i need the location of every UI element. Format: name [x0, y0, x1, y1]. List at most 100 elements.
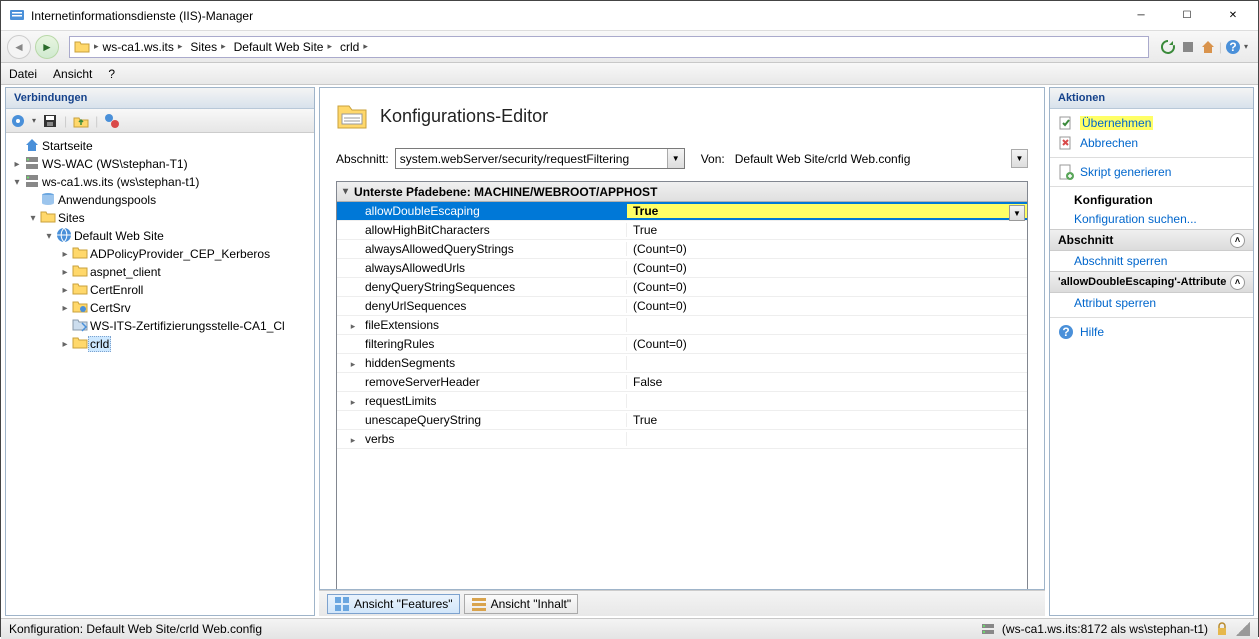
help-icon[interactable]: ? [1224, 38, 1242, 56]
collapse-button[interactable]: ˄ [1230, 275, 1245, 290]
property-value[interactable]: True [627, 413, 1027, 427]
breadcrumb-item[interactable]: Default Web Site▸ [230, 37, 336, 57]
tree-item[interactable]: ▸CertSrv [8, 299, 312, 317]
menu-help[interactable]: ? [108, 67, 115, 81]
property-row[interactable]: alwaysAllowedUrls(Count=0) [337, 259, 1027, 278]
expand-icon[interactable]: ▾ [10, 177, 24, 188]
property-row[interactable]: ▸requestLimits [337, 392, 1027, 411]
window-title: Internetinformationsdienste (IIS)-Manage… [31, 9, 1118, 23]
expand-icon[interactable]: ▾ [42, 231, 56, 242]
collapse-button[interactable]: ˄ [1230, 233, 1245, 248]
save-icon[interactable] [42, 113, 58, 129]
property-value[interactable]: True▼ [627, 204, 1027, 218]
back-button[interactable]: ◄ [7, 35, 31, 59]
property-row[interactable]: unescapeQueryStringTrue [337, 411, 1027, 430]
property-name: ▸fileExtensions [337, 318, 627, 332]
expand-icon[interactable]: ▸ [58, 249, 72, 260]
property-value[interactable]: (Count=0) [627, 242, 1027, 256]
menu-file[interactable]: Datei [9, 67, 37, 81]
breadcrumb-item[interactable]: ws-ca1.ws.its▸ [99, 37, 187, 57]
config-search-action[interactable]: Konfiguration suchen... [1050, 209, 1253, 229]
property-grid-header[interactable]: ▾ Unterste Pfadebene: MACHINE/WEBROOT/AP… [337, 182, 1027, 202]
expand-icon[interactable]: ▸ [10, 159, 24, 170]
property-row[interactable]: allowDoubleEscapingTrue▼ [337, 202, 1027, 221]
connections-header: Verbindungen [6, 88, 314, 109]
section-subheader[interactable]: Abschnitt ˄ [1050, 229, 1253, 251]
expand-icon[interactable]: ▸ [58, 339, 72, 350]
tree-item[interactable]: Startseite [8, 137, 312, 155]
expand-icon[interactable]: ▸ [347, 435, 359, 446]
menu-view[interactable]: Ansicht [53, 67, 92, 81]
expand-icon[interactable]: ▸ [347, 359, 359, 370]
content-view-button[interactable]: Ansicht "Inhalt" [464, 594, 579, 614]
expand-icon[interactable]: ▸ [58, 267, 72, 278]
section-combo[interactable]: system.webServer/security/requestFilteri… [395, 148, 685, 169]
tree-item[interactable]: Anwendungspools [8, 191, 312, 209]
tree-item[interactable]: ▸CertEnroll [8, 281, 312, 299]
expand-icon[interactable]: ▸ [58, 303, 72, 314]
up-icon[interactable] [73, 113, 89, 129]
chevron-down-icon[interactable]: ▼ [667, 149, 684, 168]
tree-item[interactable]: ▾ Default Web Site [8, 227, 312, 245]
generate-script-action[interactable]: Skript generieren [1050, 162, 1253, 182]
maximize-button[interactable]: ☐ [1164, 1, 1210, 31]
expand-icon[interactable]: ▸ [58, 285, 72, 296]
address-bar[interactable]: ▸ ws-ca1.ws.its▸ Sites▸ Default Web Site… [69, 36, 1149, 58]
delete-connection-icon[interactable] [104, 113, 120, 129]
lock-attribute-action[interactable]: Attribut sperren [1050, 293, 1253, 313]
attribute-subheader[interactable]: 'allowDoubleEscaping'-Attribute ˄ [1050, 271, 1253, 293]
breadcrumb-item[interactable]: crld▸ [336, 37, 372, 57]
tree-item[interactable]: ▸crld [8, 335, 312, 353]
property-name: alwaysAllowedQueryStrings [337, 242, 627, 256]
cancel-action[interactable]: Abbrechen [1050, 133, 1253, 153]
property-row[interactable]: denyQueryStringSequences(Count=0) [337, 278, 1027, 297]
navbar: ◄ ► ▸ ws-ca1.ws.its▸ Sites▸ Default Web … [1, 31, 1258, 63]
property-grid[interactable]: ▾ Unterste Pfadebene: MACHINE/WEBROOT/AP… [336, 181, 1028, 590]
tree-item[interactable]: WS-ITS-Zertifizierungsstelle-CA1_Cl [8, 317, 312, 335]
tree-item[interactable]: ▾Sites [8, 209, 312, 227]
lock-section-action[interactable]: Abschnitt sperren [1050, 251, 1253, 271]
apply-action[interactable]: Übernehmen [1050, 113, 1253, 133]
property-value[interactable]: (Count=0) [627, 261, 1027, 275]
section-value: system.webServer/security/requestFilteri… [400, 152, 629, 166]
property-row[interactable]: ▸verbs [337, 430, 1027, 449]
connect-icon[interactable] [10, 113, 26, 129]
connections-tree[interactable]: Startseite▸WS-WAC (WS\stephan-T1)▾ws-ca1… [6, 133, 314, 615]
property-value[interactable]: (Count=0) [627, 280, 1027, 294]
tree-item[interactable]: ▸aspnet_client [8, 263, 312, 281]
from-dropdown[interactable]: ▼ [1011, 149, 1028, 168]
tree-item[interactable]: ▾ws-ca1.ws.its (ws\stephan-t1) [8, 173, 312, 191]
collapse-icon[interactable]: ▾ [343, 186, 348, 197]
tree-item-label: Default Web Site [72, 229, 166, 243]
property-value[interactable]: True [627, 223, 1027, 237]
property-value[interactable]: False [627, 375, 1027, 389]
property-row[interactable]: removeServerHeaderFalse [337, 373, 1027, 392]
tree-item[interactable]: ▸WS-WAC (WS\stephan-T1) [8, 155, 312, 173]
chevron-down-icon[interactable]: ▼ [1009, 205, 1025, 221]
help-action[interactable]: ? Hilfe [1050, 322, 1253, 342]
folder-icon [72, 245, 88, 264]
property-value[interactable]: (Count=0) [627, 337, 1027, 351]
property-name: denyUrlSequences [337, 299, 627, 313]
breadcrumb-item[interactable]: Sites▸ [186, 37, 229, 57]
property-name: denyQueryStringSequences [337, 280, 627, 294]
expand-icon[interactable]: ▸ [347, 397, 359, 408]
forward-button[interactable]: ► [35, 35, 59, 59]
property-value[interactable]: (Count=0) [627, 299, 1027, 313]
close-button[interactable]: ✕ [1210, 1, 1256, 31]
property-row[interactable]: filteringRules(Count=0) [337, 335, 1027, 354]
property-row[interactable]: ▸hiddenSegments [337, 354, 1027, 373]
tree-item[interactable]: ▸ADPolicyProvider_CEP_Kerberos [8, 245, 312, 263]
expand-icon[interactable]: ▸ [347, 321, 359, 332]
features-view-button[interactable]: Ansicht "Features" [327, 594, 460, 614]
stop-icon[interactable] [1179, 38, 1197, 56]
minimize-button[interactable]: ─ [1118, 1, 1164, 31]
folder-icon [74, 39, 90, 55]
property-row[interactable]: denyUrlSequences(Count=0) [337, 297, 1027, 316]
property-row[interactable]: ▸fileExtensions [337, 316, 1027, 335]
expand-icon[interactable]: ▾ [26, 213, 40, 224]
refresh-icon[interactable] [1159, 38, 1177, 56]
property-row[interactable]: allowHighBitCharactersTrue [337, 221, 1027, 240]
property-row[interactable]: alwaysAllowedQueryStrings(Count=0) [337, 240, 1027, 259]
home-icon[interactable] [1199, 38, 1217, 56]
